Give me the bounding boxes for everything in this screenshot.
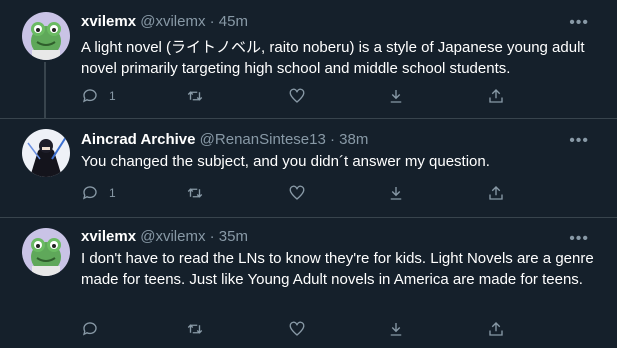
retweet-button[interactable] xyxy=(186,87,204,105)
like-icon xyxy=(289,321,305,336)
tweet-actions xyxy=(81,320,511,340)
like-button[interactable] xyxy=(288,320,306,338)
more-icon[interactable]: ••• xyxy=(569,231,589,247)
reply-icon xyxy=(82,322,97,336)
like-icon xyxy=(289,185,305,200)
tweet-header: xvilemx @xvilemx · 45m xyxy=(81,13,248,30)
tweet[interactable]: Aincrad Archive @RenanSintese13 · 38m ••… xyxy=(0,119,617,217)
share-button[interactable] xyxy=(487,87,505,105)
timestamp[interactable]: 35m xyxy=(219,228,248,245)
download-button[interactable] xyxy=(387,87,405,105)
share-icon xyxy=(489,322,503,336)
reply-button[interactable] xyxy=(81,320,109,338)
reply-count: 1 xyxy=(109,186,116,200)
separator: · xyxy=(330,131,335,148)
handle[interactable]: @RenanSintese13 xyxy=(200,131,326,148)
timestamp[interactable]: 38m xyxy=(339,131,368,148)
reply-button[interactable]: 1 xyxy=(81,184,116,202)
retweet-button[interactable] xyxy=(186,320,204,338)
separator: · xyxy=(209,13,215,30)
separator: · xyxy=(209,228,215,245)
download-icon xyxy=(390,323,402,336)
reply-count: 1 xyxy=(109,89,116,103)
more-icon[interactable]: ••• xyxy=(569,15,589,31)
reply-button[interactable]: 1 xyxy=(81,87,116,105)
tweet-actions: 1 xyxy=(81,87,511,107)
avatar[interactable] xyxy=(22,12,70,60)
retweet-button[interactable] xyxy=(186,184,204,202)
download-button[interactable] xyxy=(387,184,405,202)
reply-icon xyxy=(82,186,97,200)
thread-line xyxy=(44,62,46,118)
display-name[interactable]: xvilemx xyxy=(81,228,136,245)
tweet[interactable]: xvilemx @xvilemx · 35m ••• I don't have … xyxy=(0,218,617,348)
like-button[interactable] xyxy=(288,87,306,105)
tweet-header: xvilemx @xvilemx · 35m xyxy=(81,228,248,245)
download-icon xyxy=(390,187,402,200)
avatar[interactable] xyxy=(22,228,70,276)
more-icon[interactable]: ••• xyxy=(569,133,589,149)
download-icon xyxy=(390,90,402,103)
tweet-text: I don't have to read the LNs to know the… xyxy=(81,250,594,288)
tweet-actions: 1 xyxy=(81,184,511,204)
share-button[interactable] xyxy=(487,320,505,338)
download-button[interactable] xyxy=(387,320,405,338)
handle[interactable]: @xvilemx xyxy=(140,228,205,245)
avatar[interactable] xyxy=(22,129,70,177)
tweet[interactable]: xvilemx @xvilemx · 45m ••• A light novel… xyxy=(0,0,617,118)
tweet-header: Aincrad Archive @RenanSintese13 · 38m xyxy=(81,131,368,148)
like-button[interactable] xyxy=(288,184,306,202)
retweet-icon xyxy=(187,91,203,101)
tweet-text: You changed the subject, and you didn´t … xyxy=(81,153,490,170)
share-button[interactable] xyxy=(487,184,505,202)
reply-icon xyxy=(82,89,97,103)
retweet-icon xyxy=(187,324,203,334)
handle[interactable]: @xvilemx xyxy=(140,13,205,30)
like-icon xyxy=(289,88,305,103)
timestamp[interactable]: 45m xyxy=(219,13,248,30)
share-icon xyxy=(489,89,503,103)
share-icon xyxy=(489,186,503,200)
tweet-text: A light novel (ライトノベル, raito noberu) is … xyxy=(81,39,585,77)
display-name[interactable]: xvilemx xyxy=(81,13,136,30)
retweet-icon xyxy=(187,188,203,198)
display-name[interactable]: Aincrad Archive xyxy=(81,131,196,148)
